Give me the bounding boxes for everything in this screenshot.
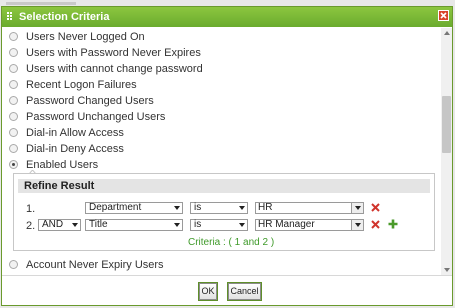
connector-select[interactable]: AND: [38, 219, 81, 231]
field-select-value: Title: [89, 219, 108, 230]
radio-button[interactable]: [9, 80, 18, 89]
option-label: Account Never Expiry Users: [26, 259, 164, 271]
dialog-title: Selection Criteria: [19, 11, 110, 23]
radio-button[interactable]: [9, 260, 18, 269]
option-label: Recent Logon Failures: [26, 79, 137, 91]
option-label: Users with Password Never Expires: [26, 47, 201, 59]
radio-button[interactable]: [9, 32, 18, 41]
radio-button[interactable]: [9, 48, 18, 57]
value-combobox-text: HR Manager: [258, 219, 315, 230]
radio-button[interactable]: [9, 128, 18, 137]
option-label: Password Unchanged Users: [26, 111, 166, 123]
close-icon[interactable]: [438, 10, 449, 21]
option-label: Password Changed Users: [26, 95, 154, 107]
option-label: Dial-in Deny Access: [26, 143, 124, 155]
criteria-row-number: 1.: [26, 203, 36, 215]
radio-button[interactable]: [9, 96, 18, 105]
vertical-scrollbar[interactable]: [441, 28, 452, 275]
radio-button[interactable]: [9, 64, 18, 73]
connector-select-value: AND: [42, 219, 64, 230]
cancel-button[interactable]: Cancel: [228, 283, 261, 300]
refine-result-panel: Refine Result 1. Department is HR 2. AND: [13, 173, 435, 251]
scrollbar-thumb[interactable]: [442, 96, 451, 153]
operator-select-value: is: [194, 202, 202, 213]
remove-row-icon[interactable]: [371, 203, 380, 212]
criteria-list: Users Never Logged On Users with Passwor…: [2, 27, 452, 275]
add-row-icon[interactable]: [388, 219, 398, 229]
option-label: Dial-in Allow Access: [26, 127, 124, 139]
option-label: Users with cannot change password: [26, 63, 203, 75]
scroll-up-arrow-icon[interactable]: [441, 28, 452, 38]
operator-select[interactable]: is: [190, 202, 248, 214]
selection-criteria-dialog: Selection Criteria Users Never Logged On…: [1, 6, 453, 306]
refine-result-header: Refine Result: [18, 179, 430, 193]
value-combobox-text: HR: [258, 202, 273, 213]
refine-result-title: Refine Result: [24, 180, 95, 192]
chevron-down-icon: [72, 223, 78, 227]
field-select[interactable]: Title: [85, 219, 183, 231]
field-select-value: Department: [89, 202, 142, 213]
grip-icon: [7, 12, 14, 22]
chevron-down-icon: [239, 223, 245, 227]
value-combobox[interactable]: HR: [255, 202, 364, 214]
option-label: Users Never Logged On: [26, 31, 145, 43]
radio-button-selected[interactable]: [9, 160, 18, 169]
remove-row-icon[interactable]: [371, 220, 380, 229]
dialog-footer: OK Cancel: [2, 275, 452, 305]
background-text-fragment: [6, 2, 76, 5]
radio-button[interactable]: [9, 112, 18, 121]
operator-select-value: is: [194, 219, 202, 230]
scroll-down-arrow-icon[interactable]: [441, 265, 452, 275]
chevron-down-icon: [174, 206, 180, 210]
ok-button[interactable]: OK: [199, 283, 217, 300]
chevron-down-icon: [239, 206, 245, 210]
radio-button[interactable]: [9, 144, 18, 153]
criteria-summary: Criteria : ( 1 and 2 ): [188, 237, 275, 248]
chevron-down-icon: [174, 223, 180, 227]
value-combobox[interactable]: HR Manager: [255, 219, 364, 231]
dialog-title-bar[interactable]: Selection Criteria: [2, 7, 452, 27]
field-select[interactable]: Department: [85, 202, 183, 214]
combobox-dropdown-button[interactable]: [351, 203, 363, 213]
operator-select[interactable]: is: [190, 219, 248, 231]
option-label: Enabled Users: [26, 159, 99, 171]
criteria-row-number: 2.: [26, 220, 36, 232]
combobox-dropdown-button[interactable]: [351, 220, 363, 230]
